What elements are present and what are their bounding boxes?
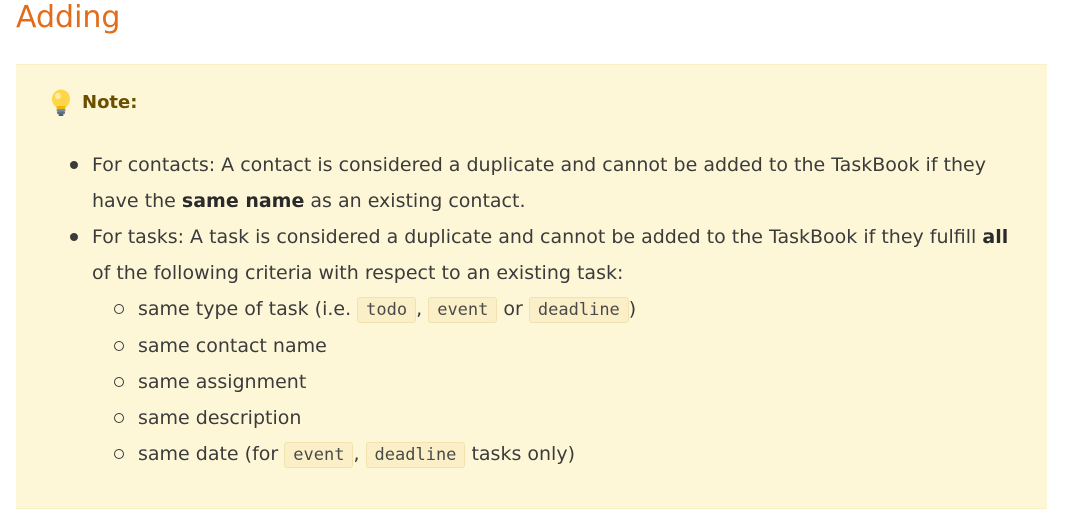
list-item: same description bbox=[114, 400, 1012, 436]
list-item: same contact name bbox=[114, 328, 1012, 364]
item-text: same assignment bbox=[138, 371, 307, 393]
code-deadline: deadline bbox=[365, 442, 466, 468]
note-header: Note: bbox=[50, 89, 137, 117]
item-text: same description bbox=[138, 407, 302, 429]
code-event: event bbox=[428, 297, 498, 323]
code-todo: todo bbox=[357, 297, 417, 323]
criteria-list: same type of task (i.e. todo, event or d… bbox=[92, 291, 1012, 473]
note-list: For contacts: A contact is considered a … bbox=[68, 147, 1012, 473]
list-item: For contacts: A contact is considered a … bbox=[70, 147, 1012, 219]
list-item: same assignment bbox=[114, 364, 1012, 400]
item-text: same type of task (i.e. bbox=[138, 298, 358, 320]
item-text: of the following criteria with respect t… bbox=[92, 262, 624, 284]
list-item: same type of task (i.e. todo, event or d… bbox=[114, 291, 1012, 328]
separator: , bbox=[353, 443, 360, 465]
section-heading: Adding bbox=[16, 0, 121, 35]
note-title: Note: bbox=[82, 92, 138, 113]
lightbulb-icon bbox=[50, 89, 72, 117]
item-text: For tasks: A task is considered a duplic… bbox=[92, 226, 983, 248]
item-text: or bbox=[497, 298, 529, 320]
item-text: same date (for bbox=[138, 443, 285, 465]
list-item: For tasks: A task is considered a duplic… bbox=[70, 219, 1012, 473]
item-bold: same name bbox=[181, 190, 305, 212]
note-box: Note: For contacts: A contact is conside… bbox=[16, 64, 1047, 509]
code-deadline: deadline bbox=[528, 297, 629, 323]
separator: , bbox=[416, 298, 423, 320]
code-event: event bbox=[284, 442, 354, 468]
list-item: same date (for event, deadline tasks onl… bbox=[114, 436, 1012, 473]
item-text: as an existing contact. bbox=[304, 190, 526, 212]
item-text: tasks only) bbox=[465, 443, 575, 465]
item-text: ) bbox=[628, 298, 637, 320]
item-bold: all bbox=[982, 226, 1009, 248]
item-text: same contact name bbox=[138, 335, 327, 357]
